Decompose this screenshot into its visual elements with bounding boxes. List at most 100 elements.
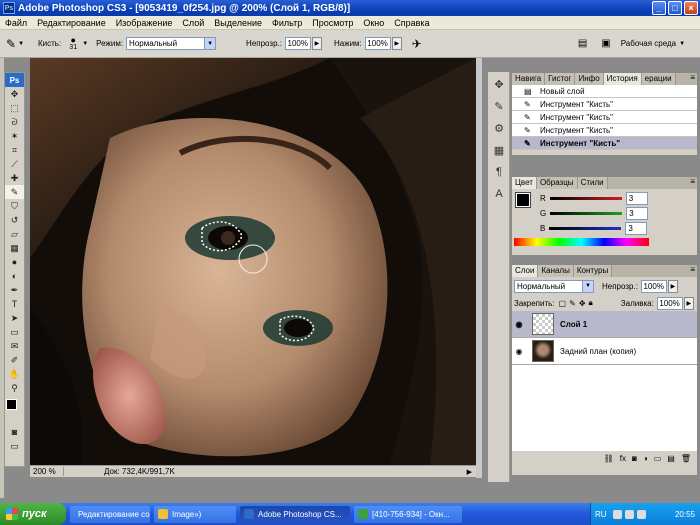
menu-item[interactable]: Окно xyxy=(358,18,389,28)
chevron-down-icon[interactable]: ▼ xyxy=(18,41,24,47)
tab-history_panel-4[interactable]: ерации xyxy=(641,73,676,85)
quick-mask-icon[interactable]: ◙ xyxy=(5,425,24,439)
history-item[interactable]: ▤ Новый слой xyxy=(512,85,697,98)
eye-icon[interactable]: ◉ xyxy=(512,320,526,329)
history-item[interactable]: ✎ Инструмент "Кисть" xyxy=(512,111,697,124)
move-icon[interactable]: ✥ xyxy=(5,87,24,101)
menu-item[interactable]: Просмотр xyxy=(307,18,358,28)
history-item[interactable]: ✎ Инструмент "Кисть" xyxy=(512,98,697,111)
tab-layers_panel-1[interactable]: Каналы xyxy=(538,265,574,277)
history-brush-icon[interactable]: ↺ xyxy=(5,213,24,227)
taskbar-task[interactable]: Adobe Photoshop CS... xyxy=(240,505,350,523)
fill-slider-button[interactable]: ▶ xyxy=(683,296,694,310)
pen-icon[interactable]: ✒ xyxy=(5,283,24,297)
start-button[interactable]: пуск xyxy=(0,503,66,525)
channel-value-field[interactable]: 3 xyxy=(626,207,649,220)
clone-source-icon[interactable]: ⚙ xyxy=(489,118,509,138)
channel-slider[interactable] xyxy=(549,197,622,200)
close-button[interactable]: × xyxy=(684,1,698,15)
folder-icon[interactable]: ▭ xyxy=(654,454,662,463)
crop-icon[interactable]: ⌗ xyxy=(5,143,24,157)
new-layer-icon[interactable]: ▤ xyxy=(667,454,675,463)
brush-tool-preset-icon[interactable]: ✎ xyxy=(6,37,16,51)
taskbar-task[interactable]: Редактирование со... xyxy=(70,505,150,523)
hand-icon[interactable]: ✋ xyxy=(5,367,24,381)
eraser-icon[interactable]: ▱ xyxy=(5,227,24,241)
channel-slider[interactable] xyxy=(550,212,623,215)
tab-history_panel-2[interactable]: Инфо xyxy=(575,73,604,85)
mode-select[interactable]: Нормальный ▼ xyxy=(126,37,217,50)
type-icon[interactable]: T xyxy=(5,297,24,311)
tab-color_panel-2[interactable]: Стили xyxy=(577,177,608,189)
panel-menu-icon[interactable]: ≡ xyxy=(690,73,697,85)
vertical-scrollbar[interactable] xyxy=(476,58,482,478)
channel-value-field[interactable]: 3 xyxy=(625,192,648,205)
blend-mode-select[interactable]: Нормальный ▼ xyxy=(514,279,594,293)
layer-row[interactable]: ◉ Задний план (копия) xyxy=(512,338,697,365)
taskbar-task[interactable]: Image») xyxy=(154,505,236,523)
marquee-icon[interactable]: ⬚ xyxy=(5,101,24,115)
tab-layers_panel-2[interactable]: Контуры xyxy=(573,265,613,277)
tab-history_panel-3[interactable]: История xyxy=(603,73,642,85)
workspace-button[interactable]: Рабочая среда xyxy=(621,39,676,48)
gradient-icon[interactable]: ▦ xyxy=(5,241,24,255)
menu-item[interactable]: Фильтр xyxy=(267,18,307,28)
menu-item[interactable]: Редактирование xyxy=(32,18,111,28)
paragraph-icon[interactable]: ¶ xyxy=(489,162,509,182)
menu-item[interactable]: Файл xyxy=(0,18,32,28)
menu-item[interactable]: Слой xyxy=(177,18,209,28)
flow-field[interactable]: 100% xyxy=(364,37,391,50)
fill-field[interactable]: 100% xyxy=(656,296,683,310)
fx-icon[interactable]: fx xyxy=(620,454,626,463)
eye-icon[interactable]: ◉ xyxy=(512,347,526,356)
color-ramp[interactable] xyxy=(514,238,649,246)
brush-picker[interactable]: ● 31 xyxy=(64,36,82,52)
chevron-down-icon[interactable]: ▼ xyxy=(82,41,88,47)
path-select-icon[interactable]: ➤ xyxy=(5,311,24,325)
menu-item[interactable]: Выделение xyxy=(209,18,267,28)
menu-item[interactable]: Изображение xyxy=(111,18,178,28)
lock-position-icon[interactable]: ✥ xyxy=(579,299,586,308)
language-indicator[interactable]: RU xyxy=(595,510,607,519)
chevron-right-icon[interactable]: ▶ xyxy=(467,468,472,476)
stamp-icon[interactable]: ⛉ xyxy=(5,199,24,213)
tab-color_panel-0[interactable]: Цвет xyxy=(512,177,537,189)
mask-icon[interactable]: ◙ xyxy=(632,454,637,463)
history-item[interactable]: ✎ Инструмент "Кисть" xyxy=(512,124,697,137)
shape-icon[interactable]: ▭ xyxy=(5,325,24,339)
healing-icon[interactable]: ✚ xyxy=(5,171,24,185)
taskbar-task[interactable]: [410-756-934] - Окн... xyxy=(354,505,462,523)
panel-menu-icon[interactable]: ≡ xyxy=(690,177,697,189)
slice-icon[interactable]: ⟋ xyxy=(5,157,24,171)
layer-opacity-field[interactable]: 100% xyxy=(640,279,667,293)
lock-all-icon[interactable]: 🔒︎ xyxy=(589,298,593,308)
blur-icon[interactable]: ● xyxy=(5,255,24,269)
channel-slider[interactable] xyxy=(549,227,622,230)
eyedropper-icon[interactable]: ✐ xyxy=(5,353,24,367)
screen-mode-icon[interactable]: ▭ xyxy=(5,439,24,453)
dodge-icon[interactable]: ◐ xyxy=(5,269,24,283)
foreground-color-swatch[interactable] xyxy=(515,192,531,208)
tray-network-icon[interactable] xyxy=(612,509,622,519)
layer-comps-icon[interactable]: ▦ xyxy=(489,140,509,160)
chevron-down-icon[interactable]: ▼ xyxy=(679,41,685,47)
menu-item[interactable]: Справка xyxy=(389,18,434,28)
minimize-button[interactable]: _ xyxy=(652,1,666,15)
photoshop-logo[interactable]: Ps xyxy=(5,73,24,87)
channel-value-field[interactable]: 3 xyxy=(625,222,648,235)
airbrush-icon[interactable]: ✈ xyxy=(412,37,422,51)
opacity-slider-button[interactable]: ▶ xyxy=(311,37,322,50)
tray-app-icon[interactable] xyxy=(636,509,646,519)
foreground-color-swatch[interactable] xyxy=(6,399,17,410)
maximize-button[interactable]: □ xyxy=(668,1,682,15)
lock-image-icon[interactable]: ✎ xyxy=(569,299,576,308)
notes-icon[interactable]: ✉ xyxy=(5,339,24,353)
tray-volume-icon[interactable] xyxy=(624,509,634,519)
tab-layers_panel-0[interactable]: Слои xyxy=(512,265,539,277)
trash-icon[interactable]: 🗑︎ xyxy=(681,454,691,463)
opacity-field[interactable]: 100% xyxy=(284,37,311,50)
lasso-icon[interactable]: ᘐ xyxy=(5,115,24,129)
link-icon[interactable]: ⛓ xyxy=(604,454,614,463)
tools-switch-icon[interactable]: ✥ xyxy=(489,74,509,94)
brush-icon[interactable]: ✎ xyxy=(5,185,24,199)
